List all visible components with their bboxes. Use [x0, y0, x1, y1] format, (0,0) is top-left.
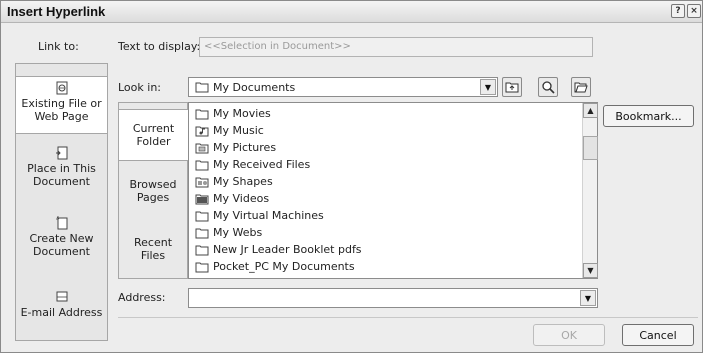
link-to-existing-file-line2: Web Page — [34, 110, 89, 123]
file-list[interactable]: My Movies My Music My Pictures My Receiv… — [188, 102, 598, 279]
place-in-document-icon — [55, 146, 67, 160]
file-name: My Webs — [213, 226, 263, 239]
list-item[interactable]: New Jr Leader Booklet pdfs — [195, 241, 362, 258]
tab-browsed-pages-line2: Pages — [136, 191, 170, 204]
chevron-down-icon[interactable]: ▼ — [580, 290, 596, 306]
browse-web-button[interactable] — [538, 77, 558, 97]
file-name: My Virtual Machines — [213, 209, 324, 222]
scrollbar-thumb[interactable] — [583, 136, 598, 160]
file-name: New Jr Leader Booklet pdfs — [213, 243, 362, 256]
new-document-icon — [55, 216, 67, 230]
list-item[interactable]: My Shapes — [195, 173, 273, 190]
scroll-up-icon[interactable]: ▲ — [583, 103, 598, 118]
dialog-title: Insert Hyperlink — [7, 4, 106, 19]
tab-current-folder-line2: Folder — [136, 135, 171, 148]
folder-view-tabs: Current Folder Browsed Pages Recent File… — [118, 102, 188, 279]
tab-recent-files[interactable]: Recent Files — [119, 236, 187, 270]
cancel-button[interactable]: Cancel — [622, 324, 694, 346]
list-item[interactable]: My Virtual Machines — [195, 207, 324, 224]
existing-file-icon — [56, 81, 67, 95]
email-icon — [56, 291, 67, 302]
address-label: Address: — [118, 291, 166, 304]
tab-browsed-pages[interactable]: Browsed Pages — [119, 178, 187, 212]
music-folder-icon — [195, 126, 209, 136]
look-in-dropdown[interactable]: My Documents ▼ — [188, 77, 498, 97]
look-in-label: Look in: — [118, 81, 161, 94]
link-to-create-line1: Create New — [29, 232, 94, 245]
address-field[interactable]: ▼ — [188, 288, 598, 308]
link-to-label: Link to: — [38, 40, 79, 53]
list-item[interactable]: Pocket_PC My Documents — [195, 258, 355, 275]
file-name: My Music — [213, 124, 264, 137]
link-to-existing-file[interactable]: Existing File or Web Page — [16, 76, 107, 134]
tab-recent-files-line1: Recent — [133, 236, 173, 249]
tab-recent-files-line2: Files — [140, 249, 166, 262]
pictures-folder-icon — [195, 143, 209, 153]
folder-icon — [195, 228, 209, 238]
folder-icon — [195, 82, 209, 93]
open-folder-icon — [574, 82, 588, 93]
list-item[interactable]: My Received Files — [195, 156, 310, 173]
folder-icon — [195, 160, 209, 170]
list-item[interactable]: My Webs — [195, 224, 262, 241]
file-name: Pocket_PC My Documents — [213, 260, 355, 273]
folder-icon — [195, 262, 209, 272]
link-to-place-line1: Place in This — [27, 162, 96, 175]
link-to-panel: Existing File or Web Page Place in This … — [15, 63, 108, 341]
link-to-create-new-document[interactable]: Create New Document — [16, 216, 107, 262]
shapes-folder-icon — [195, 177, 209, 187]
divider — [118, 317, 698, 318]
up-one-folder-button[interactable] — [502, 77, 522, 97]
list-item[interactable]: My Videos — [195, 190, 269, 207]
browse-file-button[interactable] — [571, 77, 591, 97]
list-item[interactable]: My Music — [195, 122, 264, 139]
scroll-down-icon[interactable]: ▼ — [583, 263, 598, 278]
link-to-place-line2: Document — [33, 175, 90, 188]
tab-browsed-pages-line1: Browsed — [129, 178, 177, 191]
title-bar: Insert Hyperlink ? × — [1, 1, 702, 23]
file-list-scrollbar[interactable]: ▲ ▼ — [582, 103, 598, 278]
list-item[interactable]: My Movies — [195, 105, 271, 122]
file-name: My Pictures — [213, 141, 277, 154]
link-to-create-line2: Document — [33, 245, 90, 258]
text-to-display-label: Text to display: — [118, 40, 201, 53]
file-name: My Shapes — [213, 175, 273, 188]
up-folder-icon — [505, 82, 519, 93]
insert-hyperlink-dialog: Insert Hyperlink ? × Link to: Text to di… — [0, 0, 703, 353]
link-to-email-address[interactable]: E-mail Address — [16, 290, 107, 336]
tab-current-folder[interactable]: Current Folder — [119, 109, 188, 161]
ok-button[interactable]: OK — [533, 324, 605, 346]
link-to-email-line1: E-mail Address — [20, 306, 103, 319]
bookmark-button[interactable]: Bookmark... — [603, 105, 694, 127]
help-button[interactable]: ? — [671, 4, 685, 18]
folder-icon — [195, 211, 209, 221]
browse-web-icon — [542, 81, 555, 94]
text-to-display-field[interactable]: <<Selection in Document>> — [199, 37, 593, 57]
file-name: My Videos — [213, 192, 270, 205]
close-button[interactable]: × — [687, 4, 701, 18]
folder-icon — [195, 109, 209, 119]
link-to-existing-file-line1: Existing File or — [21, 97, 102, 110]
list-item[interactable]: My Pictures — [195, 139, 276, 156]
video-folder-icon — [195, 194, 209, 204]
link-to-place-in-document[interactable]: Place in This Document — [16, 146, 107, 192]
tab-current-folder-line1: Current — [132, 122, 175, 135]
file-name: My Received Files — [213, 158, 311, 171]
look-in-value: My Documents — [213, 81, 296, 94]
chevron-down-icon[interactable]: ▼ — [480, 79, 496, 95]
folder-icon — [195, 245, 209, 255]
file-name: My Movies — [213, 107, 271, 120]
